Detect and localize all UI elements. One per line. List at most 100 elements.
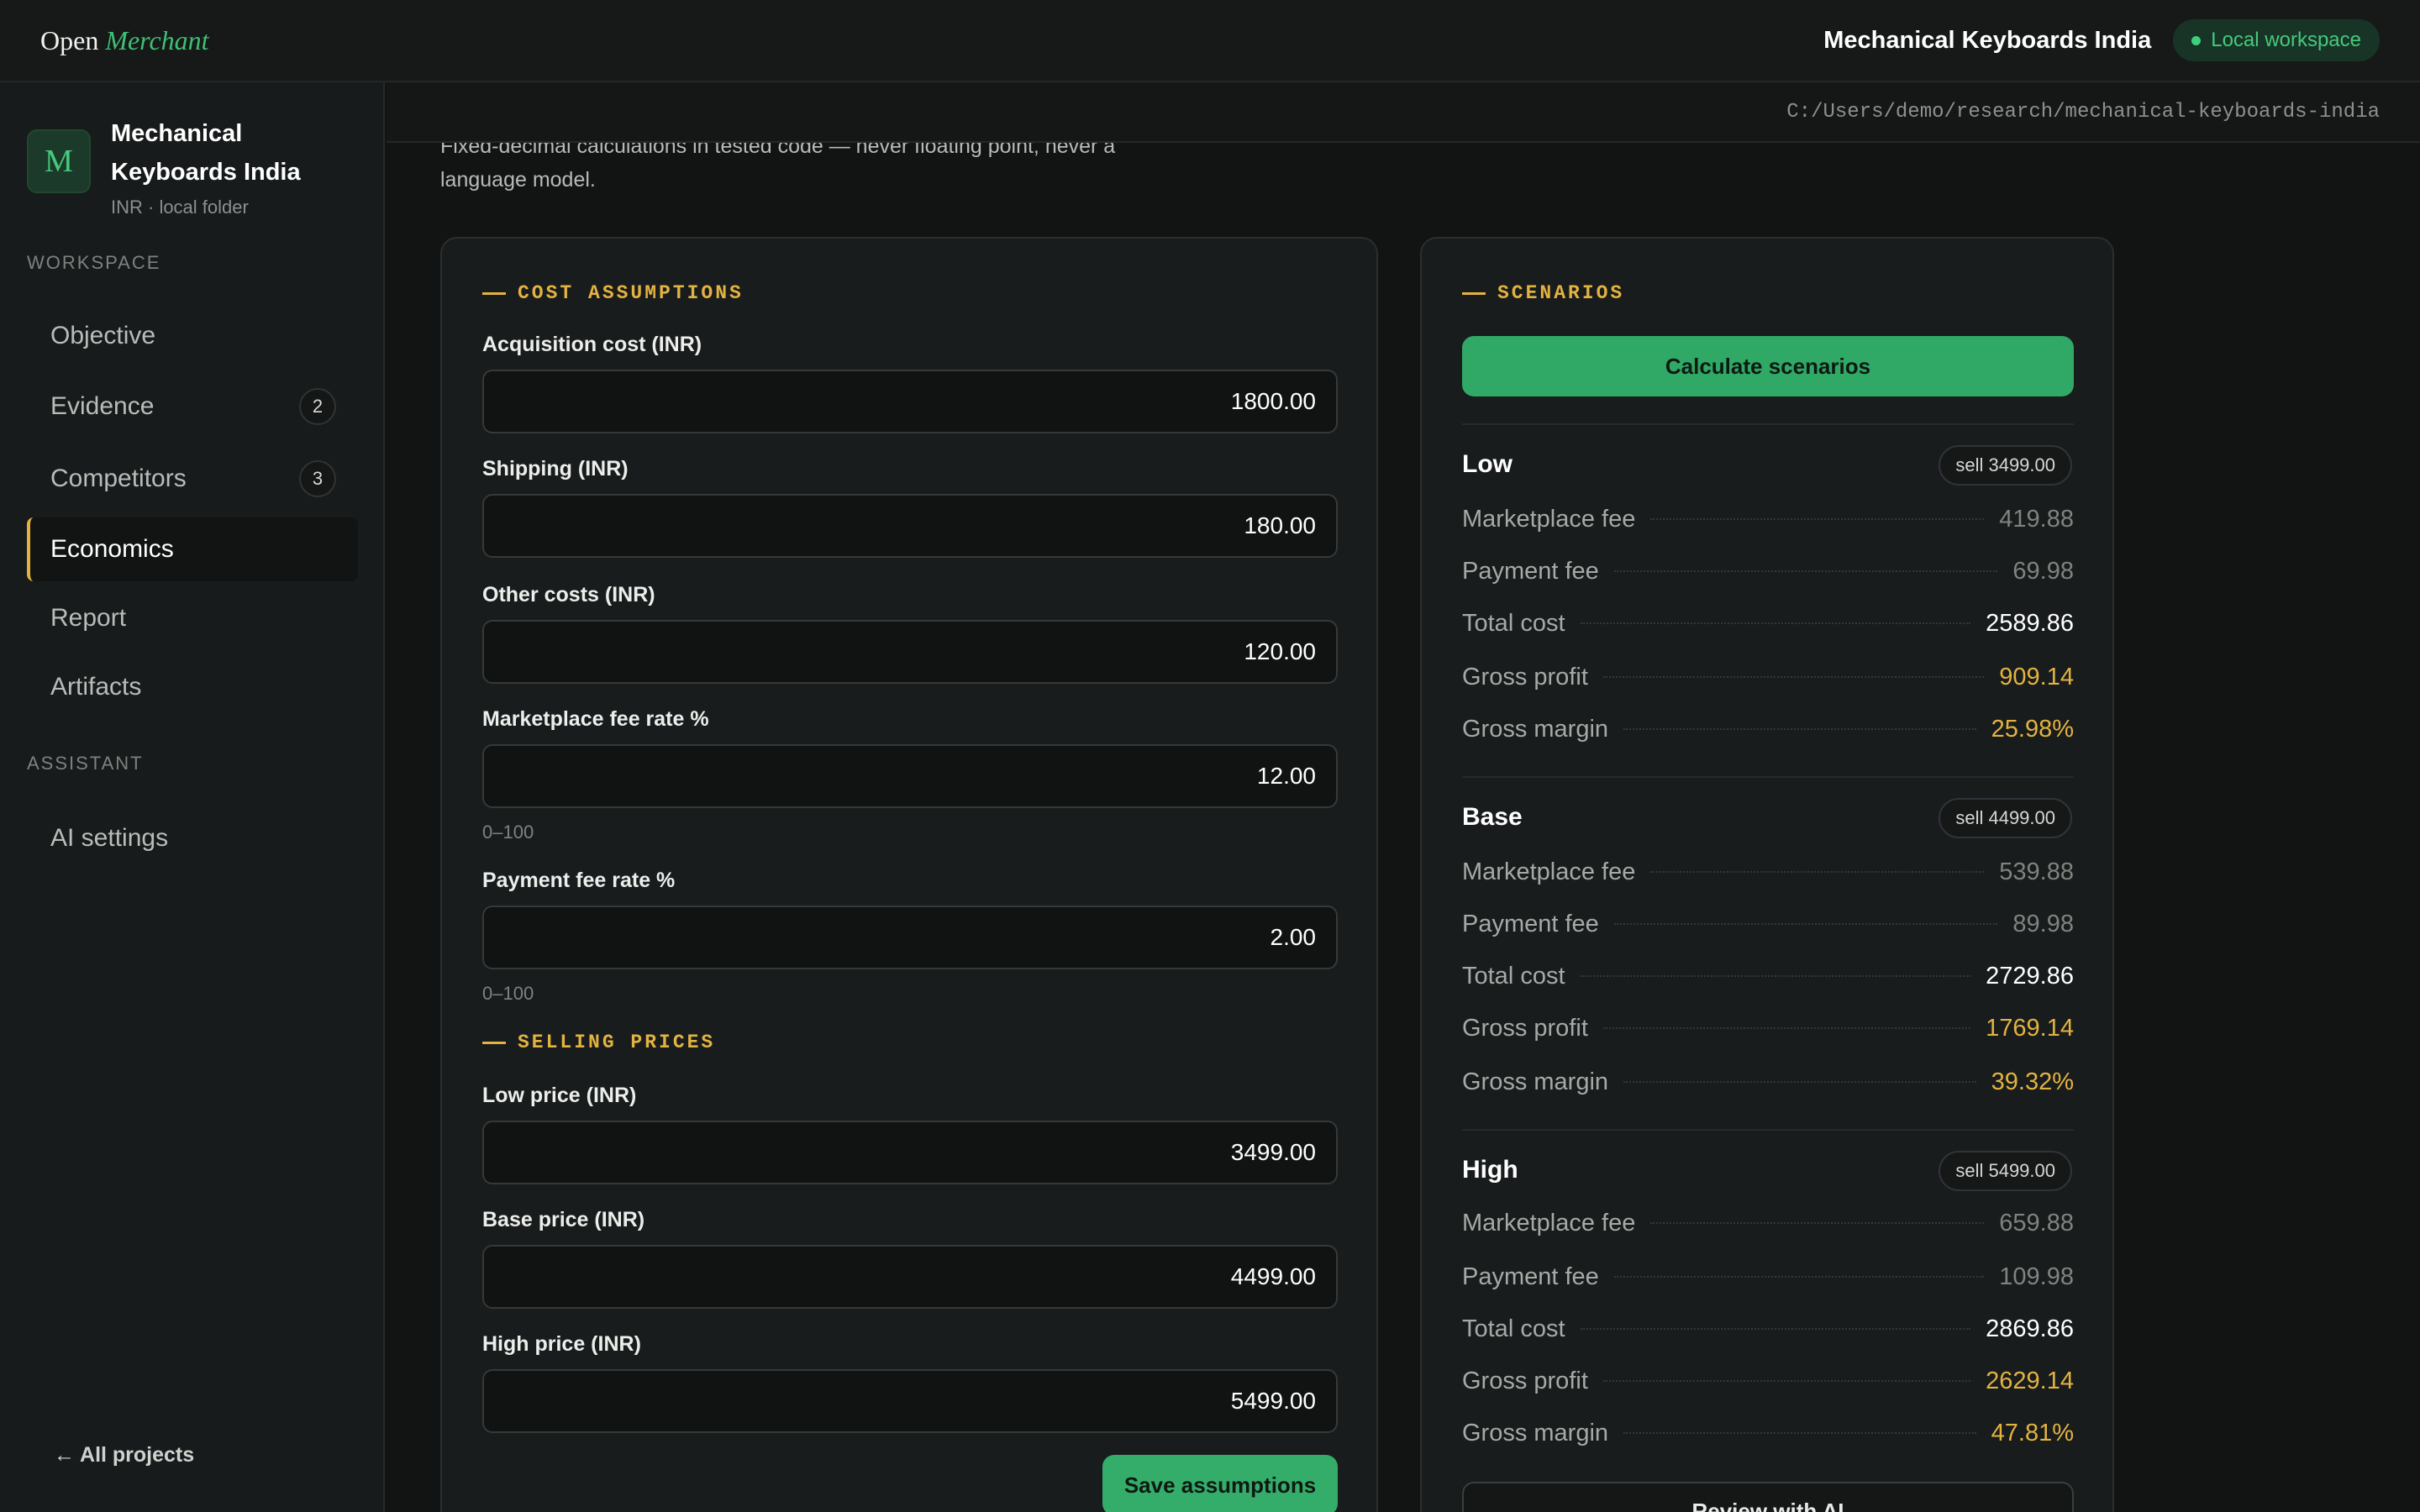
scenario-high-marketplace-fee-row: Marketplace fee 659.88 [1462,1203,2074,1243]
brand-logo[interactable]: Open Merchant [40,25,209,56]
review-with-ai-button[interactable]: Review with AI [1462,1482,2074,1512]
dash-icon [1462,291,1486,295]
marketplace-fee-rate-label: Marketplace fee rate % [482,707,709,731]
brand-part-1: Open [40,24,99,55]
folder-path: C:/Users/demo/research/mechanical-keyboa… [1786,100,2380,123]
row-value: 659.88 [1999,1209,2074,1236]
sidebar-item-competitors[interactable]: Competitors 3 [27,447,358,511]
project-sub: INR · local folder [111,197,249,218]
assumptions-card: COST ASSUMPTIONS Acquisition cost (INR) … [440,237,1378,1512]
divider [1462,423,2074,425]
save-assumptions-button[interactable]: Save assumptions [1102,1455,1338,1512]
dash-icon [482,291,506,295]
scenario-base-marketplace-fee-row: Marketplace fee 539.88 [1462,852,2074,892]
sidebar-item-economics[interactable]: Economics [27,517,358,581]
status-dot-icon [2191,35,2202,45]
base-price-input[interactable] [482,1245,1338,1309]
acquisition-cost-input[interactable] [482,370,1338,433]
sidebar-item-label: Objective [50,322,156,349]
scenario-high-title: High [1462,1156,1518,1184]
row-label: Total cost [1462,1315,1565,1342]
scenarios-heading: SCENARIOS [1462,282,1624,304]
base-price-label: Base price (INR) [482,1208,645,1231]
acquisition-cost-label: Acquisition cost (INR) [482,333,702,356]
top-bar: Open Merchant Mechanical Keyboards India… [0,0,2420,82]
payment-fee-rate-input[interactable] [482,906,1338,969]
all-projects-link[interactable]: ← All projects [54,1443,194,1467]
scenario-low-total-cost-row: Total cost 2589.86 [1462,603,2074,643]
row-label: Marketplace fee [1462,1209,1636,1236]
scenario-low-marketplace-fee-row: Marketplace fee 419.88 [1462,499,2074,539]
selling-prices-heading: SELLING PRICES [482,1032,715,1053]
workspace-section-label: WORKSPACE [27,252,161,273]
row-label: Gross profit [1462,663,1588,690]
sidebar-item-label: Evidence [50,392,155,420]
leader-dots [1613,570,1998,572]
leader-dots [1580,975,1971,977]
sidebar-item-label: AI settings [50,824,169,852]
path-bar: C:/Users/demo/research/mechanical-keyboa… [387,82,2420,143]
row-value: 2629.14 [1986,1367,2074,1394]
divider [1462,776,2074,778]
cost-assumptions-title: COST ASSUMPTIONS [518,282,744,304]
other-costs-label: Other costs (INR) [482,583,655,606]
scenario-low-sell-badge: sell 3499.00 [1939,445,2072,486]
leader-dots [1623,1081,1976,1083]
row-value: 2729.86 [1986,962,2074,990]
row-value: 2869.86 [1986,1315,2074,1342]
row-label: Payment fee [1462,910,1599,937]
marketplace-fee-rate-hint: 0–100 [482,822,534,843]
low-price-input[interactable] [482,1121,1338,1184]
sidebar-item-evidence[interactable]: Evidence 2 [27,375,358,438]
row-label: Payment fee [1462,557,1599,585]
sidebar-item-objective[interactable]: Objective [27,304,358,368]
row-value: 909.14 [1999,663,2074,690]
scenario-low-payment-fee-row: Payment fee 69.98 [1462,551,2074,591]
sidebar-item-label: Artifacts [50,673,142,701]
sidebar-item-artifacts[interactable]: Artifacts [27,655,358,719]
scenarios-card: SCENARIOS Calculate scenarios Low sell 3… [1420,237,2114,1512]
payment-fee-rate-label: Payment fee rate % [482,869,676,892]
sidebar-item-report[interactable]: Report [27,586,358,650]
row-value: 109.98 [1999,1263,2074,1290]
scenario-low-title: Low [1462,450,1512,478]
high-price-input[interactable] [482,1369,1338,1433]
row-label: Payment fee [1462,1263,1599,1290]
other-costs-input[interactable] [482,620,1338,684]
row-value: 1769.14 [1986,1014,2074,1042]
leader-dots [1602,1027,1971,1029]
leader-dots [1650,518,1985,520]
marketplace-fee-rate-input[interactable] [482,744,1338,808]
row-label: Gross margin [1462,715,1609,743]
leader-dots [1602,676,1985,678]
scenario-high-sell-badge: sell 5499.00 [1939,1151,2072,1191]
scenario-low-gross-profit-row: Gross profit 909.14 [1462,657,2074,697]
selling-prices-title: SELLING PRICES [518,1032,716,1053]
project-name: Mechanical Keyboards India [111,120,301,186]
row-value: 89.98 [2012,910,2074,937]
leader-dots [1613,923,1998,925]
project-header: M Mechanical Keyboards India INR · local… [27,114,329,218]
leader-dots [1602,1380,1971,1382]
row-label: Total cost [1462,962,1565,990]
leader-dots [1623,1432,1976,1434]
sidebar-item-label: Economics [50,535,174,563]
row-label: Gross margin [1462,1068,1609,1095]
low-price-label: Low price (INR) [482,1084,637,1107]
sidebar-item-ai-settings[interactable]: AI settings [27,806,358,870]
top-right: Mechanical Keyboards India Local workspa… [1823,19,2380,61]
scenario-base-total-cost-row: Total cost 2729.86 [1462,956,2074,996]
row-value: 47.81% [1991,1419,2074,1446]
scenario-base-gross-margin-row: Gross margin 39.32% [1462,1062,2074,1102]
calculate-scenarios-button[interactable]: Calculate scenarios [1462,336,2074,396]
leader-dots [1613,1276,1985,1278]
row-label: Marketplace fee [1462,858,1636,885]
project-avatar: M [27,129,91,193]
scenario-high-gross-profit-row: Gross profit 2629.14 [1462,1361,2074,1401]
scenario-base-payment-fee-row: Payment fee 89.98 [1462,904,2074,944]
row-value: 25.98% [1991,715,2074,743]
scenario-base-sell-badge: sell 4499.00 [1939,798,2072,838]
shipping-input[interactable] [482,494,1338,558]
row-label: Marketplace fee [1462,505,1636,533]
scenario-base-title: Base [1462,803,1523,831]
